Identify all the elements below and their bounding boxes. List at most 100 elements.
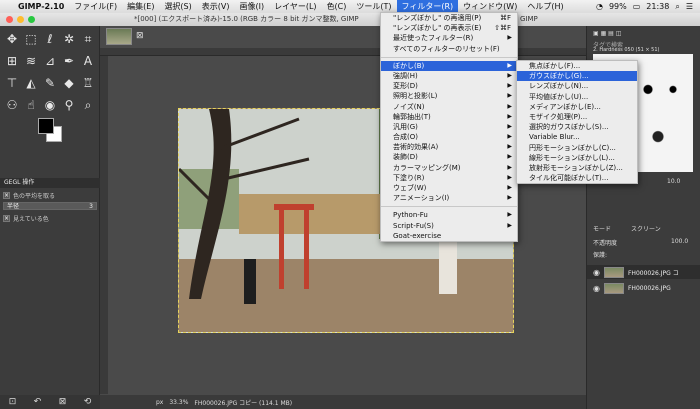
close-tab-icon[interactable]: ⊠ [136, 31, 144, 41]
text-icon[interactable]: A [79, 52, 97, 70]
render-menu-item[interactable]: 下塗り(R) ▶ [381, 173, 517, 183]
zoom-motion-blur-item[interactable]: 放射形モーションぼかし(Z)... [517, 163, 637, 173]
generic-menu-item[interactable]: 汎用(G) ▶ [381, 122, 517, 132]
mode-dropdown[interactable]: スクリーン [631, 224, 661, 233]
map-menu-item[interactable]: カラーマッピング(M) ▶ [381, 163, 517, 173]
menu-item-label: 最近使ったフィルター(R) [393, 34, 474, 43]
pixelize-item[interactable]: モザイク処理(P)... [517, 112, 637, 122]
menu-file[interactable]: ファイル(F) [69, 0, 122, 13]
reset-all-filters-item[interactable]: すべてのフィルターのリセット(F) [381, 44, 517, 54]
battery-icon[interactable]: ▭ [630, 0, 644, 13]
gaussian-blur-item[interactable]: ガウスぼかし(G)... [517, 71, 637, 82]
script-fu-menu-item[interactable]: Script-Fu(S) ▶ [381, 221, 517, 231]
zoom-window-button[interactable] [28, 16, 35, 23]
lens-blur-item[interactable]: レンズぼかし(N)... [517, 81, 637, 91]
radius-slider[interactable]: 半径 3 [3, 202, 97, 210]
mean-curvature-blur-item[interactable]: 平均値ぼかし(U)... [517, 92, 637, 102]
menu-item-label: ノイズ(N) [393, 102, 425, 111]
layer-row[interactable]: ◉ FH000026.JPG コ [587, 265, 700, 279]
layer-name[interactable]: FH000026.JPG コ [628, 268, 679, 277]
zoom-icon[interactable]: ⌕ [79, 96, 97, 114]
search-icon[interactable]: ⌕ [672, 0, 682, 13]
menu-select[interactable]: 選択(S) [159, 0, 196, 13]
status-filename: FH000026.JPG コピー (114.1 MB) [194, 399, 293, 407]
average-color-checkbox[interactable]: × [3, 192, 10, 199]
eraser-icon[interactable]: ◆ [60, 74, 78, 92]
reset-icon[interactable]: ⟲ [84, 397, 92, 407]
enhance-menu-item[interactable]: 強調(H) ▶ [381, 71, 517, 81]
fuzzy-select-icon[interactable]: ✲ [60, 30, 78, 48]
clock-text[interactable]: 21:38 [643, 0, 672, 13]
paintbrush-icon[interactable]: ✎ [41, 74, 59, 92]
artistic-menu-item[interactable]: 芸術的効果(A) ▶ [381, 142, 517, 152]
visible-color-option[interactable]: × 見えている色 [3, 214, 49, 223]
menu-colors[interactable]: 色(C) [322, 0, 352, 13]
cage-icon[interactable]: ⊿ [41, 52, 59, 70]
menu-edit[interactable]: 編集(E) [122, 0, 159, 13]
move-tool-icon[interactable]: ✥ [3, 30, 21, 48]
tileable-blur-item[interactable]: タイル化可能ぼかし(T)... [517, 173, 637, 183]
web-menu-item[interactable]: ウェブ(W) ▶ [381, 183, 517, 193]
minimize-window-button[interactable] [17, 16, 24, 23]
light-shadow-menu-item[interactable]: 照明と投影(L) ▶ [381, 91, 517, 101]
menu-view[interactable]: 表示(V) [197, 0, 235, 13]
color-picker-icon[interactable]: ⚲ [60, 96, 78, 114]
menu-help[interactable]: ヘルプ(H) [522, 0, 568, 13]
smudge-icon[interactable]: ☝ [22, 96, 40, 114]
zoom-level[interactable]: 33.3% [169, 399, 188, 406]
blur-menu-item[interactable]: ぼかし(B) ▶ [381, 60, 517, 71]
python-fu-menu-item[interactable]: Python-Fu ▶ [381, 210, 517, 220]
selective-gaussian-item[interactable]: 選択的ガウスぼかし(S)... [517, 122, 637, 132]
bucket-fill-icon[interactable]: ◭ [22, 74, 40, 92]
goat-exercise-menu-item[interactable]: Goat-exercise [381, 231, 517, 241]
crop-icon[interactable]: ⌗ [79, 30, 97, 48]
rect-select-icon[interactable]: ⬚ [22, 30, 40, 48]
image-tab-thumbnail[interactable] [106, 28, 132, 45]
brush-spacing-value[interactable]: 10.0 [667, 178, 680, 185]
lasso-icon[interactable]: ℓ [41, 30, 59, 48]
circular-motion-blur-item[interactable]: 円形モーションぼかし(C)... [517, 143, 637, 153]
reapply-filter-item[interactable]: "レンズぼかし" の再適用(P) ⌘F [381, 13, 517, 23]
recent-filters-item[interactable]: 最近使ったフィルター(R) ▶ [381, 33, 517, 43]
align-icon[interactable]: ⊤ [3, 74, 21, 92]
animation-menu-item[interactable]: アニメーション(I) ▶ [381, 193, 517, 203]
menu-layer[interactable]: レイヤー(L) [269, 0, 321, 13]
average-color-option[interactable]: × 色の平均を取る [3, 191, 55, 200]
fg-bg-colors[interactable] [38, 118, 64, 144]
airbrush-icon[interactable]: ♖ [79, 74, 97, 92]
linear-motion-blur-item[interactable]: 線形モーションぼかし(L)... [517, 153, 637, 163]
layer-row[interactable]: ◉ FH000026.JPG [587, 281, 700, 295]
clone-icon[interactable]: ⚇ [3, 96, 21, 114]
menu-item-label: 合成(O) [393, 133, 418, 142]
variable-blur-item[interactable]: Variable Blur... [517, 132, 637, 142]
save-preset-icon[interactable]: ⊡ [9, 397, 17, 407]
eye-icon[interactable]: ◉ [593, 268, 600, 277]
dodge-icon[interactable]: ◉ [41, 96, 59, 114]
eye-icon[interactable]: ◉ [593, 284, 600, 293]
opacity-value[interactable]: 100.0 [671, 238, 688, 245]
restore-icon[interactable]: ↶ [34, 397, 42, 407]
dock-tab-icons[interactable]: ▣ ▦ ▤ ◫ [593, 30, 621, 37]
edge-detect-menu-item[interactable]: 輪郭抽出(T) ▶ [381, 112, 517, 122]
unified-transform-icon[interactable]: ⊞ [3, 52, 21, 70]
layer-name[interactable]: FH000026.JPG [628, 285, 671, 292]
combine-menu-item[interactable]: 合成(O) ▶ [381, 132, 517, 142]
app-name-menu[interactable]: GIMP-2.10 [13, 0, 69, 13]
delete-icon[interactable]: ⊠ [59, 397, 67, 407]
decor-menu-item[interactable]: 装飾(D) ▶ [381, 152, 517, 162]
close-window-button[interactable] [6, 16, 13, 23]
noise-menu-item[interactable]: ノイズ(N) ▶ [381, 102, 517, 112]
unit-selector[interactable]: px [156, 399, 163, 406]
menu-image[interactable]: 画像(I) [234, 0, 269, 13]
wifi-icon[interactable]: ◔ [593, 0, 606, 13]
warp-icon[interactable]: ≋ [22, 52, 40, 70]
distorts-menu-item[interactable]: 変形(D) ▶ [381, 81, 517, 91]
focus-blur-item[interactable]: 焦点ぼかし(F)... [517, 61, 637, 71]
visible-color-checkbox[interactable]: × [3, 215, 10, 222]
list-icon[interactable]: ☰ [683, 0, 696, 13]
reshow-filter-item[interactable]: "レンズぼかし" の再表示(E) ⇧⌘F [381, 23, 517, 33]
battery-percent: 99% [608, 2, 627, 11]
paths-icon[interactable]: ✒ [60, 52, 78, 70]
foreground-color-swatch[interactable] [38, 118, 54, 134]
median-blur-item[interactable]: メディアンぼかし(E)... [517, 102, 637, 112]
